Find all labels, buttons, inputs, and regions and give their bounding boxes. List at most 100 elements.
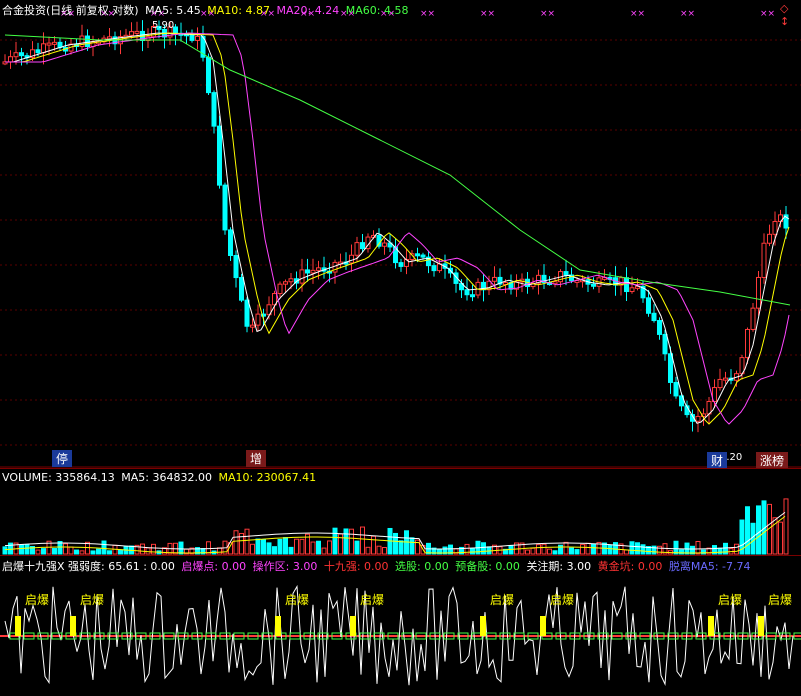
candle-body: [591, 283, 596, 287]
volume-bar: [299, 538, 305, 555]
candle-body: [8, 56, 13, 63]
indicator-title: 启爆十九强X 强弱度: 65.61 : 0.00: [2, 560, 175, 573]
ind-guanzhuqi: 关注期: 3.00: [526, 560, 592, 573]
volume-bar: [233, 530, 239, 555]
volume-bar: [294, 538, 299, 555]
volume-bar: [695, 540, 701, 555]
badge-finance[interactable]: 财: [707, 452, 728, 468]
candle-body: [85, 35, 90, 48]
volume-header: VOLUME: 335864.13 MA5: 364832.00 MA10: 2…: [2, 471, 319, 484]
badge-suspend[interactable]: 停: [52, 450, 73, 467]
candle-body: [398, 262, 404, 267]
signal-label: 启爆: [718, 593, 742, 607]
volume-bar: [140, 543, 145, 555]
signal-bar: [70, 616, 76, 636]
volume-bar: [321, 547, 327, 555]
volume-bar: [607, 544, 613, 555]
candle-body: [772, 221, 778, 235]
candle-body: [211, 92, 217, 127]
volume-bar: [541, 543, 547, 555]
ind-qibaodian: 启爆点: 0.00: [181, 560, 247, 573]
volume-bar: [481, 542, 486, 555]
volume-bar: [90, 550, 96, 555]
indicator-panel[interactable]: 启爆十九强X 强弱度: 65.61 : 0.00 启爆点: 0.00 操作区: …: [0, 555, 801, 696]
candle-body: [239, 277, 244, 301]
volume-bar: [376, 545, 382, 555]
candle-body: [129, 31, 134, 36]
volume-bar: [101, 540, 107, 555]
signal-label: 启爆: [550, 593, 574, 607]
volume-bar: [635, 542, 640, 555]
volume-bar: [778, 521, 783, 555]
volume-bar: [277, 538, 283, 555]
ind-xuangu: 选股: 0.00: [395, 560, 449, 573]
x-marker: ××: [480, 9, 495, 19]
badge-increase[interactable]: 增: [246, 450, 267, 467]
candle-body: [673, 381, 679, 397]
volume-bar: [629, 541, 635, 555]
candle-body: [19, 52, 24, 57]
volume-bar: [332, 527, 338, 555]
signal-label: 启爆: [360, 593, 384, 607]
candle-body: [222, 184, 228, 231]
candle-body: [761, 242, 767, 278]
badge-limit-up[interactable]: 涨榜: [756, 452, 789, 468]
volume-bar: [525, 549, 530, 555]
stock-title: 合金投资(日线 前复权 对数): [2, 4, 139, 17]
volume-bar: [24, 544, 30, 555]
candle-body: [662, 333, 668, 355]
volume-bar: [338, 533, 343, 555]
candle-body: [767, 233, 772, 244]
volume-bar: [52, 548, 57, 555]
corner-icons[interactable]: ◇ ↕: [780, 2, 801, 28]
volume-bar: [536, 544, 541, 555]
signal-bar: [350, 616, 356, 636]
volume-bar: [552, 550, 558, 555]
volume-bar: [250, 543, 255, 555]
candle-body: [189, 33, 195, 41]
candle-body: [563, 271, 569, 276]
volume-bar: [409, 537, 415, 555]
volume-bar: [266, 542, 272, 555]
indicator-chart[interactable]: 启爆 启爆 启爆 启爆 启爆 启爆 启爆 启爆: [0, 556, 801, 696]
ma60-line: [4, 34, 791, 306]
x-marker: ××: [630, 9, 645, 19]
volume-bar: [283, 537, 288, 555]
candle-body: [305, 269, 310, 274]
candle-body: [750, 307, 756, 330]
volume-bar: [569, 547, 574, 555]
ma60-label: MA60: 4.58: [345, 4, 409, 17]
volume-bar: [783, 498, 789, 555]
ma20-label: MA20: 4.24: [276, 4, 340, 17]
volume-bar: [591, 543, 596, 555]
candle-body: [657, 320, 662, 335]
signal-bar: [480, 616, 486, 636]
volume-bar: [382, 547, 387, 555]
price-chart[interactable]: ×× ×× ×× ×× ×× ×× ×× ×× ×× ×× ×× ×× ×× ××: [0, 0, 801, 468]
indicator-header: 启爆十九强X 强弱度: 65.61 : 0.00 启爆点: 0.00 操作区: …: [2, 558, 754, 574]
candle-body: [354, 242, 360, 256]
volume-bar: [244, 528, 250, 555]
volume-bar: [107, 550, 112, 555]
volume-bar: [371, 535, 376, 555]
volume-bar: [701, 549, 706, 555]
volume-bar: [63, 543, 68, 555]
price-panel[interactable]: 合金投资(日线 前复权 对数) MA5: 5.45 MA10: 4.87 MA2…: [0, 0, 801, 468]
volume-bar: [151, 543, 156, 555]
candle-body: [349, 254, 354, 264]
ind-tuolima5: 脱离MA5: -7.74: [668, 560, 751, 573]
candle-body: [288, 278, 294, 283]
volume-bar: [310, 541, 316, 555]
volume-bar: [563, 541, 569, 555]
candle-body: [299, 269, 305, 284]
signal-bar: [758, 616, 764, 636]
volume-panel[interactable]: VOLUME: 335864.13 MA5: 364832.00 MA10: 2…: [0, 468, 801, 555]
vol-ma5-label: MA5: 364832.00: [121, 471, 212, 484]
candle-body: [668, 353, 673, 383]
volume-bar: [470, 548, 475, 555]
signal-bar: [540, 616, 546, 636]
candle-body: [244, 299, 250, 327]
volume-bar: [640, 544, 646, 555]
volume-title: VOLUME: 335864.13: [2, 471, 115, 484]
ind-caozuoqu: 操作区: 3.00: [252, 560, 318, 573]
